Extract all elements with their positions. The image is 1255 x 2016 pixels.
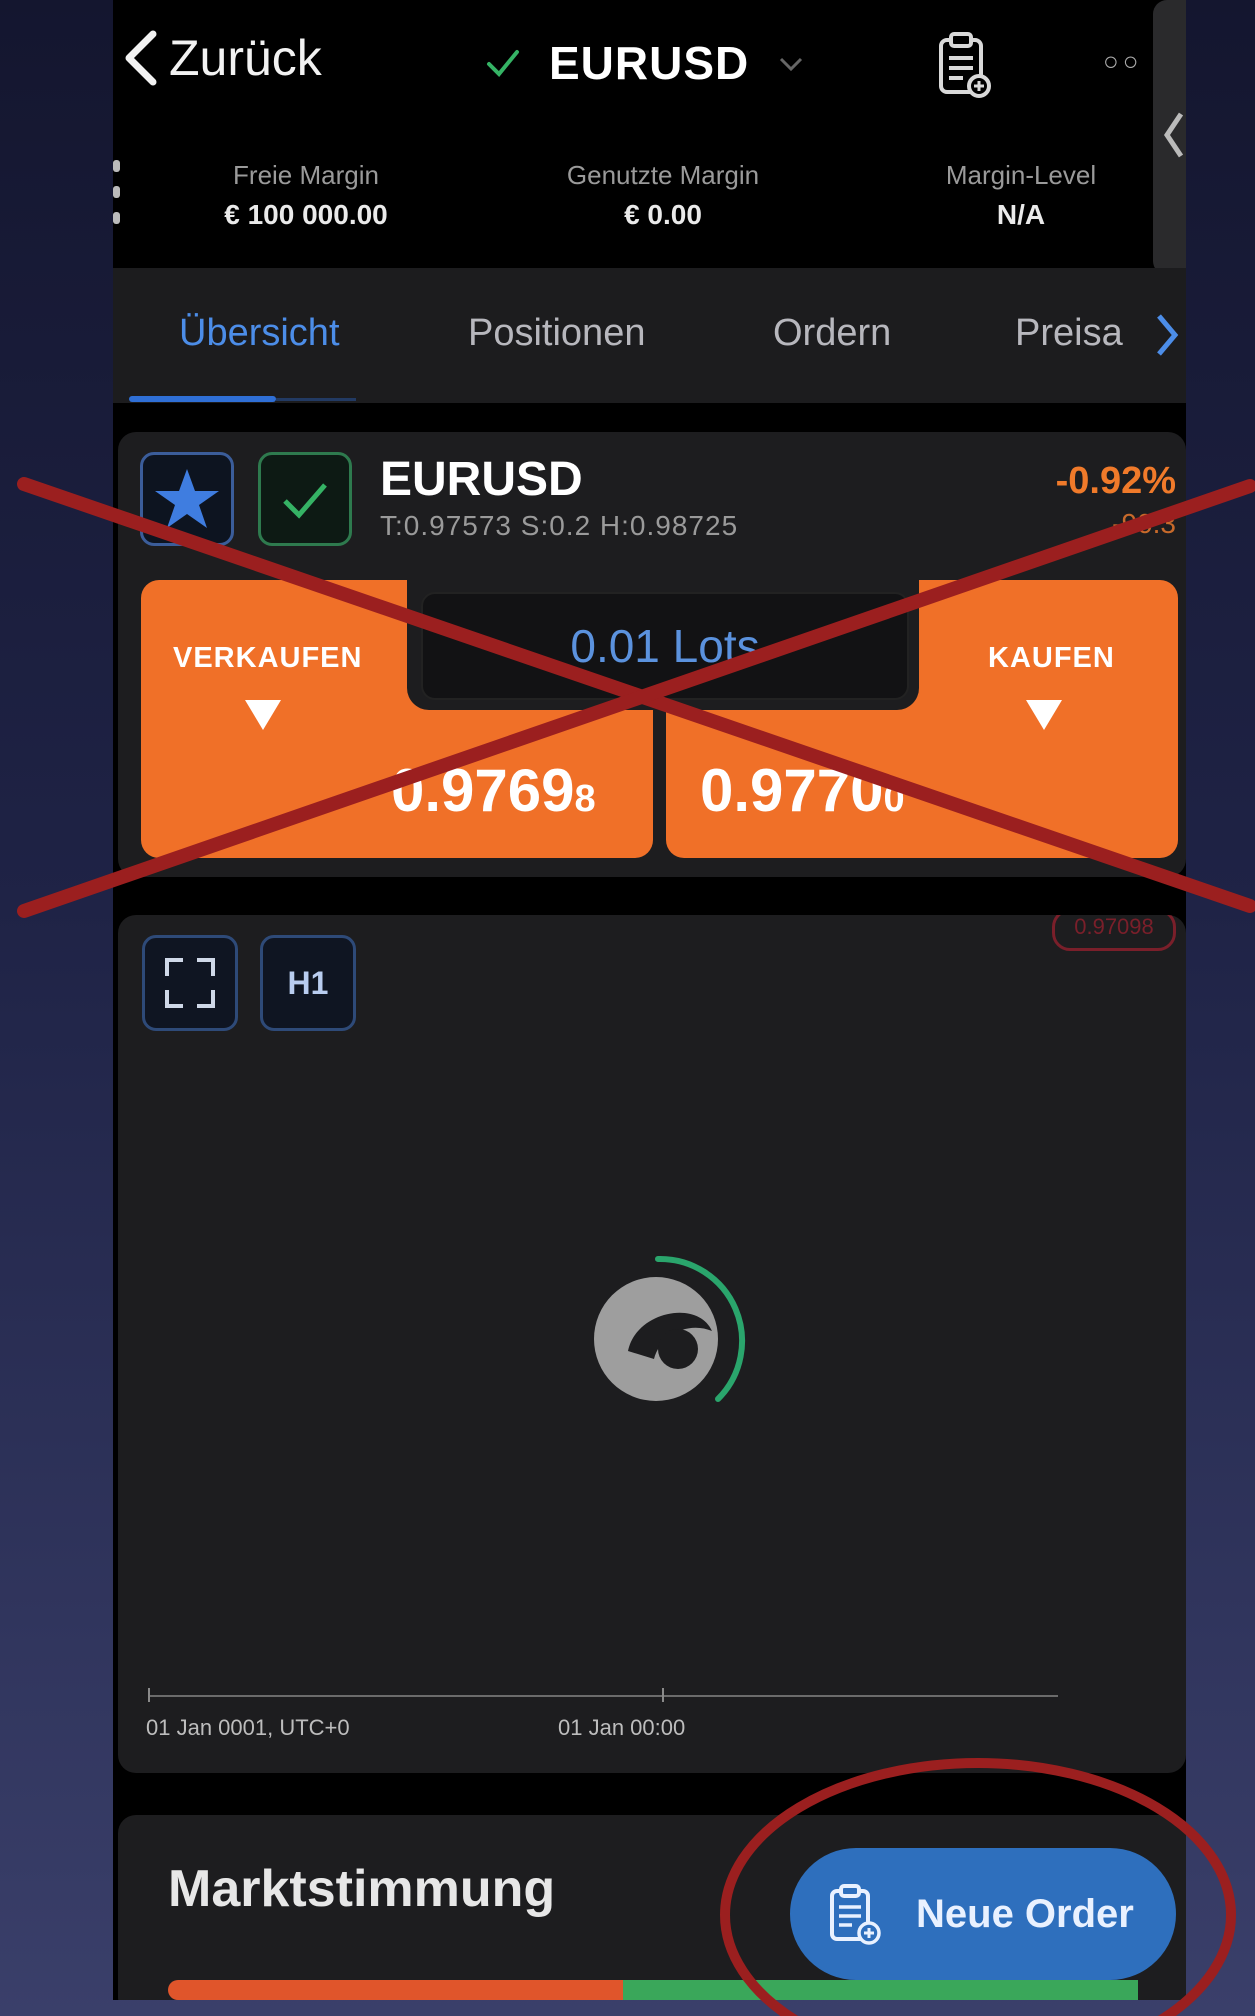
symbol-name: EURUSD <box>549 37 750 89</box>
free-margin: Freie Margin € 100 000.00 <box>224 160 388 230</box>
watchlist-toggle[interactable] <box>258 452 352 546</box>
clipboard-add-icon <box>830 1884 881 1945</box>
instrument-card: EURUSD T:0.97573 S:0.2 H:0.98725 -0.92% … <box>118 432 1186 877</box>
sell-price: 0.97698 <box>391 757 596 824</box>
axis-tick <box>662 1688 664 1702</box>
chevron-down-icon <box>780 57 803 72</box>
tab-positions[interactable]: Positionen <box>468 312 645 355</box>
lots-container: 0.01 Lots <box>407 580 919 710</box>
change-percent: -0.92% <box>1055 460 1176 502</box>
lots-input[interactable]: 0.01 Lots <box>421 592 909 700</box>
new-order-label: Neue Order <box>916 1891 1134 1936</box>
buy-price: 0.97700 <box>700 757 905 824</box>
margin-level: Margin-Level N/A <box>945 160 1097 230</box>
time-axis <box>148 1695 1058 1697</box>
price-marker: 0.97098 <box>1052 915 1176 951</box>
chevron-left-icon <box>125 30 157 86</box>
sell-label: VERKAUFEN <box>173 642 363 674</box>
buy-label: KAUFEN <box>988 642 1115 674</box>
active-tab-indicator <box>129 396 276 402</box>
sentiment-title: Marktstimmung <box>168 1860 556 1918</box>
back-button[interactable]: Zurück <box>121 28 322 88</box>
order-clipboard-icon[interactable] <box>933 30 993 100</box>
axis-tick <box>148 1688 150 1702</box>
axis-label-start: 01 Jan 0001, UTC+0 <box>146 1715 350 1740</box>
symbol-selector[interactable]: EURUSD <box>483 36 807 90</box>
axis-label-mid: 01 Jan 00:00 <box>558 1715 686 1740</box>
fullscreen-icon <box>165 958 215 1008</box>
tab-divider <box>276 398 356 401</box>
more-icon[interactable]: ○○ <box>1103 46 1142 77</box>
back-label: Zurück <box>169 30 322 86</box>
check-icon <box>283 483 327 519</box>
top-bar: Zurück EURUSD ○○ <box>113 0 1186 125</box>
sentiment-sell-bar <box>168 1980 623 2000</box>
tab-orders[interactable]: Ordern <box>773 312 891 355</box>
change-absolute: -90.3 <box>1112 508 1176 539</box>
tab-bar: Übersicht Positionen Ordern Preisa <box>113 268 1186 403</box>
sentiment-buy-bar <box>623 1980 1138 2000</box>
loading-spinner-icon <box>594 1255 745 1402</box>
trading-screen: Zurück EURUSD ○○ Freie Margin € 100 000.… <box>113 0 1186 2000</box>
instrument-stats: T:0.97573 S:0.2 H:0.98725 <box>380 510 739 541</box>
triangle-down-icon <box>1026 700 1062 730</box>
chart-panel: H1 0.97098 01 Jan 0001, UTC+0 01 Jan 00:… <box>118 915 1186 1773</box>
used-margin: Genutzte Margin € 0.00 <box>566 160 760 230</box>
star-icon <box>155 469 219 528</box>
instrument-name: EURUSD <box>380 453 583 506</box>
fullscreen-button[interactable] <box>142 935 238 1031</box>
margin-summary: Freie Margin € 100 000.00 Genutzte Margi… <box>113 150 1186 260</box>
chevron-right-icon[interactable] <box>1153 312 1181 358</box>
tab-overview[interactable]: Übersicht <box>179 312 340 355</box>
triangle-down-icon <box>245 700 281 730</box>
check-icon <box>487 50 519 77</box>
new-order-button[interactable]: Neue Order <box>790 1848 1176 1980</box>
favorite-button[interactable] <box>140 452 234 546</box>
timeframe-button[interactable]: H1 <box>260 935 356 1031</box>
tab-price-alerts[interactable]: Preisa <box>1015 312 1123 355</box>
